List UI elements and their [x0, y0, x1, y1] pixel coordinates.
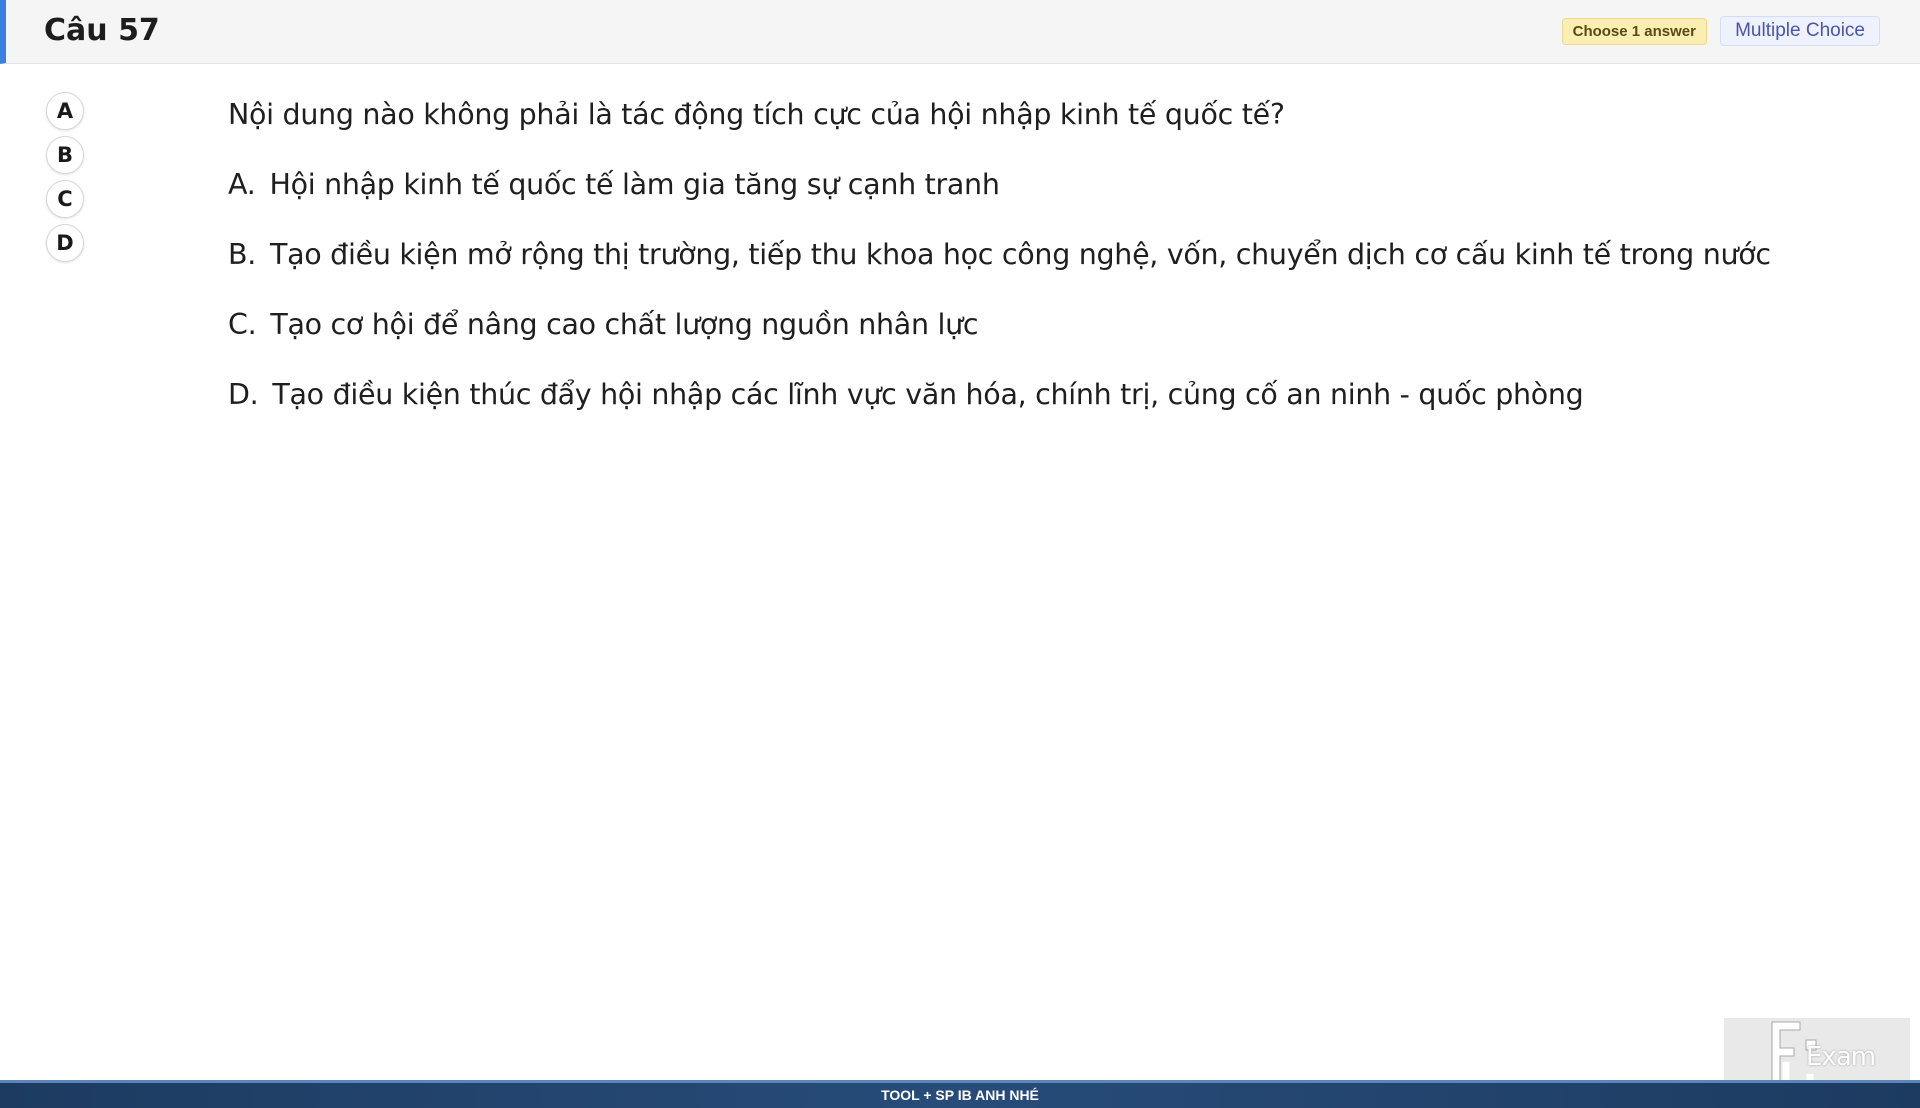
- question-title: Câu 57: [44, 13, 160, 48]
- option-a: A. Hội nhập kinh tế quốc tế làm gia tăng …: [228, 165, 1888, 235]
- footer-banner: TOOL + SP IB ANH NHÉ: [0, 1080, 1920, 1108]
- option-c: C. Tạo cơ hội để nâng cao chất lượng nguồ…: [228, 305, 1888, 375]
- option-text: Hội nhập kinh tế quốc tế làm gia tăng sự…: [269, 168, 1000, 201]
- choice-button-b[interactable]: B: [46, 136, 84, 174]
- question-type-badge: Multiple Choice: [1720, 16, 1880, 46]
- option-letter: D.: [228, 378, 259, 411]
- option-text: Tạo điều kiện thúc đẩy hội nhập các lĩnh…: [272, 378, 1584, 411]
- option-text: Tạo điều kiện mở rộng thị trường, tiếp t…: [270, 238, 1771, 271]
- option-letter: B.: [228, 238, 257, 271]
- choose-count-badge: Choose 1 answer: [1561, 18, 1707, 45]
- question-content: Nội dung nào không phải là tác động tích…: [228, 95, 1888, 445]
- answer-choice-list: A B C D: [46, 92, 86, 268]
- option-b: B. Tạo điều kiện mở rộng thị trường, tiếp…: [228, 235, 1888, 305]
- option-letter: C.: [228, 308, 257, 341]
- option-text: Tạo cơ hội để nâng cao chất lượng nguồn …: [270, 308, 979, 341]
- logo-wordmark: Exam: [1806, 1042, 1876, 1072]
- choice-button-d[interactable]: D: [46, 224, 84, 262]
- choice-button-c[interactable]: C: [46, 180, 84, 218]
- question-header: Câu 57 Choose 1 answer Multiple Choice: [0, 0, 1920, 64]
- option-letter: A.: [228, 168, 256, 201]
- choice-button-a[interactable]: A: [46, 92, 84, 130]
- question-text: Nội dung nào không phải là tác động tích…: [228, 98, 1285, 131]
- option-d: D. Tạo điều kiện thúc đẩy hội nhập các lĩ…: [228, 375, 1888, 445]
